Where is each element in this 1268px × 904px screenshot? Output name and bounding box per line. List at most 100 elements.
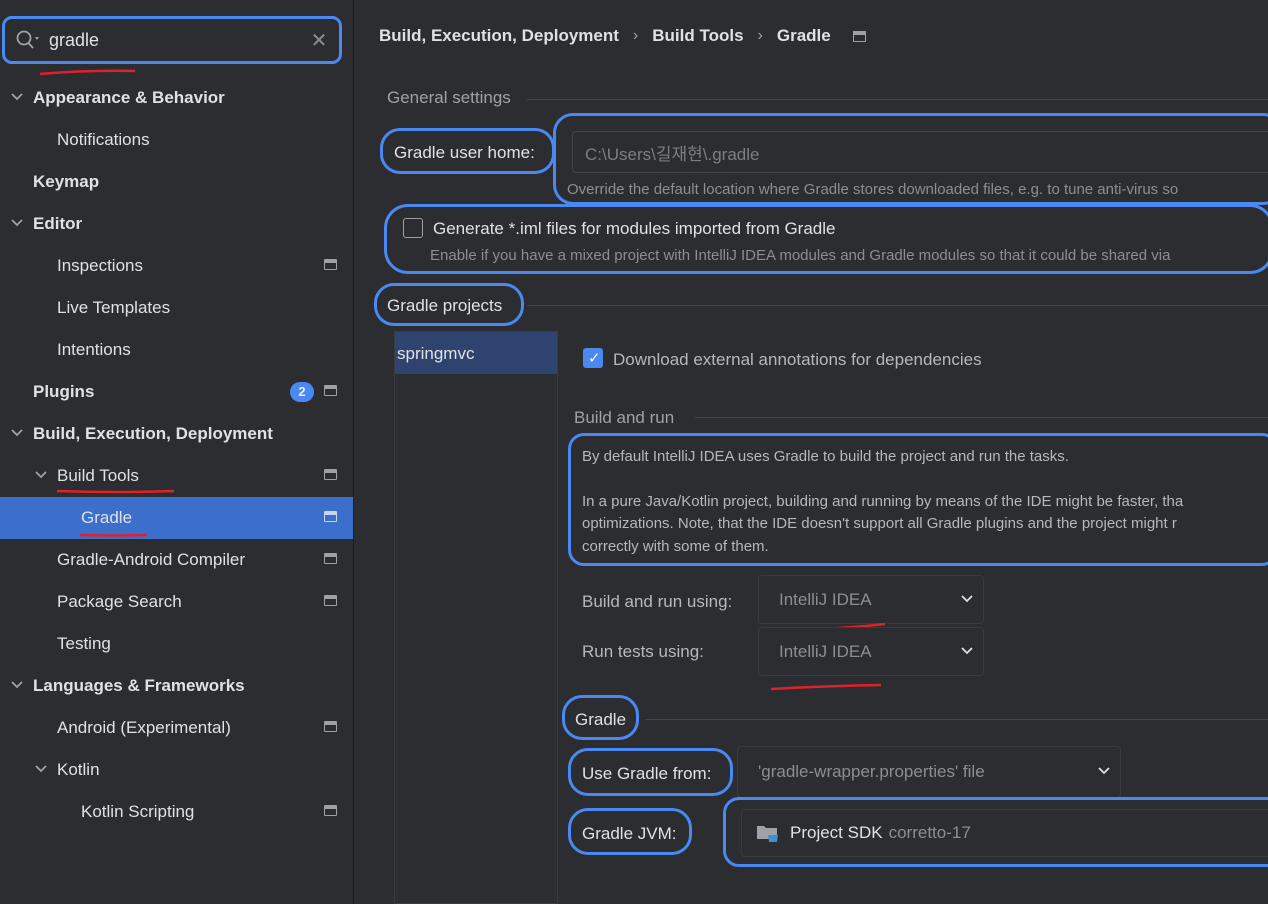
gradle-jvm-value: Project SDK: [790, 823, 883, 842]
chevron-down-icon: [961, 594, 973, 602]
update-count-badge: 2: [290, 382, 314, 402]
sidebar-item-kotlin-scripting[interactable]: Kotlin Scripting: [0, 791, 353, 833]
sidebar-item-label: Build, Execution, Deployment: [33, 424, 273, 443]
sidebar-item-inspections[interactable]: Inspections: [0, 245, 353, 287]
build-run-using-select[interactable]: IntelliJ IDEA: [758, 575, 984, 624]
sidebar-item-keymap[interactable]: Keymap: [0, 161, 353, 203]
generate-iml-hint: Enable if you have a mixed project with …: [430, 247, 1171, 264]
project-settings-icon: [324, 259, 337, 270]
sidebar-item-label: Intentions: [57, 340, 131, 359]
project-settings-icon: [852, 30, 866, 42]
sidebar-item-label: Live Templates: [57, 298, 171, 317]
sidebar-item-label: Keymap: [33, 172, 100, 191]
download-annotations-label[interactable]: Download external annotations for depend…: [613, 350, 982, 370]
list-item[interactable]: springmvc: [395, 332, 557, 374]
sidebar-item-label: Build Tools: [57, 466, 139, 485]
run-tests-using-value: IntelliJ IDEA: [779, 641, 872, 661]
run-tests-using-label: Run tests using:: [582, 642, 704, 661]
sidebar-item-build-execution-deployment[interactable]: Build, Execution, Deployment: [0, 413, 353, 455]
build-run-using-label: Build and run using:: [582, 592, 733, 611]
search-box[interactable]: ✕: [2, 16, 342, 64]
sidebar-item-kotlin[interactable]: Kotlin: [0, 749, 353, 791]
use-gradle-from-value: 'gradle-wrapper.properties' file: [758, 762, 985, 781]
chevron-down-icon[interactable]: [10, 90, 24, 104]
breadcrumb-item[interactable]: Build Tools: [652, 26, 743, 46]
sidebar-item-label: Editor: [33, 214, 83, 233]
sidebar-item-label: Plugins: [33, 382, 95, 401]
chevron-down-icon[interactable]: [10, 678, 24, 692]
sidebar-item-gradle[interactable]: Gradle: [0, 497, 353, 539]
gradle-user-home-field[interactable]: C:\Users\길재현\.gradle: [572, 131, 1268, 173]
chevron-down-icon: [961, 646, 973, 654]
download-annotations-checkbox[interactable]: ✓: [583, 348, 603, 368]
sidebar-item-label: Android (Experimental): [57, 718, 231, 737]
build-run-description: By default IntelliJ IDEA uses Gradle to …: [582, 448, 1069, 465]
build-run-description: optimizations. Note, that the IDE doesn'…: [582, 515, 1177, 532]
sidebar-item-gradle-android-compiler[interactable]: Gradle-Android Compiler: [0, 539, 353, 581]
sidebar-item-intentions[interactable]: Intentions: [0, 329, 353, 371]
project-settings-icon: [324, 805, 337, 816]
chevron-down-icon[interactable]: [10, 216, 24, 230]
gradle-jvm-detail: corretto-17: [888, 823, 971, 842]
separator: [695, 417, 1268, 418]
sidebar-item-plugins[interactable]: Plugins 2: [0, 371, 353, 413]
breadcrumb-item[interactable]: Build, Execution, Deployment: [379, 26, 619, 46]
chevron-right-icon: ›: [757, 27, 763, 44]
sidebar-item-label: Kotlin: [57, 760, 100, 779]
gradle-user-home-value: C:\Users\길재현\.gradle: [585, 144, 760, 164]
project-settings-icon: [324, 385, 337, 396]
chevron-down-icon[interactable]: [10, 426, 24, 440]
breadcrumb: Build, Execution, Deployment › Build Too…: [379, 26, 866, 46]
generate-iml-checkbox[interactable]: [403, 218, 423, 238]
separator: [645, 719, 1268, 720]
project-settings-icon: [324, 469, 337, 480]
generate-iml-label[interactable]: Generate *.iml files for modules importe…: [433, 219, 836, 239]
project-settings-icon: [324, 595, 337, 606]
annotation-underline: [56, 489, 175, 494]
sidebar-item-label: Testing: [57, 634, 111, 653]
settings-sidebar: ✕ Appearance & Behavior Notifications Ke…: [0, 0, 354, 904]
sidebar-item-appearance-behavior[interactable]: Appearance & Behavior: [0, 77, 353, 119]
annotation-underline: [770, 683, 882, 691]
chevron-down-icon[interactable]: [34, 762, 48, 776]
run-tests-using-select[interactable]: IntelliJ IDEA: [758, 627, 984, 676]
use-gradle-from-select[interactable]: 'gradle-wrapper.properties' file: [737, 746, 1121, 798]
sidebar-item-label: Gradle-Android Compiler: [57, 550, 246, 569]
close-icon[interactable]: ✕: [299, 28, 339, 53]
sidebar-item-label: Package Search: [57, 592, 182, 611]
sidebar-item-package-search[interactable]: Package Search: [0, 581, 353, 623]
sidebar-item-testing[interactable]: Testing: [0, 623, 353, 665]
build-run-using-value: IntelliJ IDEA: [779, 589, 872, 609]
sidebar-item-label: Gradle: [81, 508, 133, 527]
gradle-user-home-label: Gradle user home:: [394, 143, 535, 162]
build-run-description: correctly with some of them.: [582, 538, 769, 555]
breadcrumb-item: Gradle: [776, 26, 831, 45]
chevron-down-icon: [1098, 767, 1110, 775]
chevron-down-icon[interactable]: [34, 468, 48, 482]
sidebar-item-notifications[interactable]: Notifications: [0, 119, 353, 161]
project-settings-icon: [324, 511, 337, 522]
sidebar-item-editor[interactable]: Editor: [0, 203, 353, 245]
search-input[interactable]: [43, 22, 299, 58]
gradle-jvm-select[interactable]: Project SDK corretto-17: [741, 809, 1268, 857]
section-title-gradle: Gradle: [575, 710, 627, 729]
sidebar-item-label: Appearance & Behavior: [33, 88, 225, 107]
sidebar-item-live-templates[interactable]: Live Templates: [0, 287, 353, 329]
sidebar-item-label: Kotlin Scripting: [81, 802, 195, 821]
gradle-user-home-hint: Override the default location where Grad…: [567, 181, 1179, 198]
chevron-right-icon: ›: [632, 27, 639, 44]
sidebar-item-languages-frameworks[interactable]: Languages & Frameworks: [0, 665, 353, 707]
build-run-description: In a pure Java/Kotlin project, building …: [582, 493, 1184, 510]
gradle-project-list[interactable]: springmvc: [394, 331, 558, 904]
folder-icon: [757, 826, 778, 842]
use-gradle-from-label: Use Gradle from:: [582, 764, 712, 783]
sidebar-item-android-experimental[interactable]: Android (Experimental): [0, 707, 353, 749]
search-icon[interactable]: [15, 28, 43, 52]
sidebar-item-label: Languages & Frameworks: [33, 676, 245, 695]
gradle-jvm-label: Gradle JVM:: [582, 824, 677, 843]
section-title-gradle-projects: Gradle projects: [387, 296, 503, 315]
section-title-general: General settings: [387, 88, 511, 107]
separator: [527, 305, 1268, 306]
sidebar-item-label: Inspections: [57, 256, 143, 275]
sidebar-item-label: Notifications: [57, 130, 150, 149]
